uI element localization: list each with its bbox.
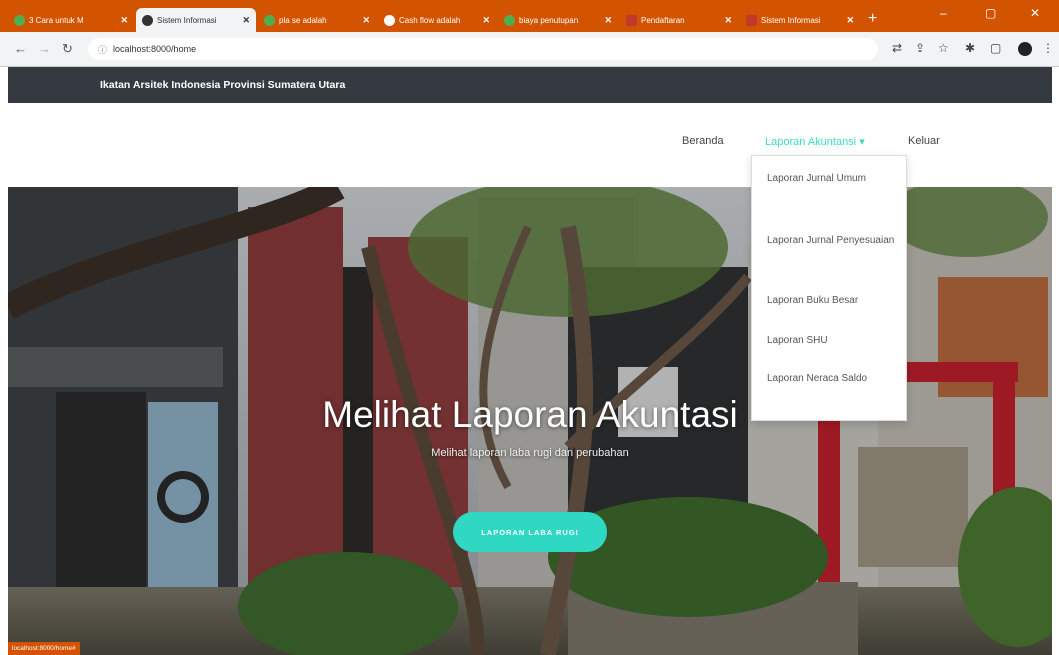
browser-tab[interactable]: Cash flow adalah ✕	[378, 8, 496, 32]
close-tab-icon[interactable]: ✕	[724, 15, 732, 26]
tab-favicon-icon	[384, 14, 395, 26]
back-arrow-icon[interactable]: ←	[14, 41, 27, 56]
tab-favicon-icon	[626, 14, 637, 26]
chevron-down-icon: ▾	[859, 136, 865, 148]
hero-subtitle: Melihat laporan laba rugi dan perubahan	[431, 447, 629, 459]
profile-avatar-icon[interactable]	[1018, 42, 1032, 56]
tab-favicon-icon	[264, 14, 275, 26]
browser-tab[interactable]: pla se adalah ✕	[258, 8, 376, 32]
translate-icon[interactable]: ⇄	[892, 41, 902, 55]
close-tab-icon[interactable]: ✕	[846, 15, 854, 26]
browser-tab-active[interactable]: Sistem Informasi ✕	[136, 8, 256, 32]
nav-logout-link[interactable]: Keluar	[908, 135, 940, 147]
browser-tab[interactable]: Sistem Informasi ✕	[740, 8, 860, 32]
dropdown-item-neraca-saldo[interactable]: Laporan Neraca Saldo	[767, 368, 897, 390]
nav-reports-dropdown[interactable]: Laporan Akuntansi ▾	[765, 135, 865, 148]
nav-reports-label: Laporan Akuntansi	[765, 136, 857, 148]
close-tab-icon[interactable]: ✕	[604, 15, 612, 26]
restore-window-icon[interactable]: ▢	[985, 6, 996, 20]
browser-tab[interactable]: Pendaftaran ✕	[620, 8, 738, 32]
close-tab-icon[interactable]: ✕	[362, 15, 370, 26]
tab-favicon-icon	[746, 14, 757, 26]
dropdown-item-jurnal-umum[interactable]: Laporan Jurnal Umum	[767, 168, 897, 190]
tab-favicon-icon	[14, 14, 25, 26]
side-panel-icon[interactable]: ▢	[990, 41, 1001, 55]
new-tab-button[interactable]: +	[868, 10, 877, 28]
reports-dropdown-menu: Laporan Jurnal Umum Laporan Jurnal Penye…	[751, 155, 907, 421]
menu-kebab-icon[interactable]: ⋮	[1042, 41, 1054, 55]
close-window-icon[interactable]: ✕	[1030, 6, 1040, 20]
browser-tab[interactable]: biaya penutupan ✕	[498, 8, 618, 32]
browser-tab[interactable]: 3 Cara untuk M ✕	[8, 8, 134, 32]
dropdown-item-jurnal-penyesuaian[interactable]: Laporan Jurnal Penyesuaian	[767, 230, 897, 252]
address-url: localhost:8000/home	[113, 44, 197, 54]
close-tab-icon[interactable]: ✕	[482, 15, 490, 26]
dropdown-item-buku-besar[interactable]: Laporan Buku Besar	[767, 290, 897, 312]
bookmark-star-icon[interactable]: ☆	[938, 41, 949, 55]
extensions-icon[interactable]: ✱	[965, 41, 975, 55]
tab-favicon-icon	[504, 14, 515, 26]
dropdown-item-shu[interactable]: Laporan SHU	[767, 330, 897, 352]
nav-home-link[interactable]: Beranda	[682, 135, 724, 147]
tab-favicon-icon	[142, 14, 153, 26]
browser-tab-strip: 3 Cara untuk M ✕ Sistem Informasi ✕ pla …	[0, 0, 1059, 32]
minimize-window-icon[interactable]: –	[940, 6, 947, 20]
site-brand[interactable]: Ikatan Arsitek Indonesia Provinsi Sumate…	[100, 79, 345, 91]
address-bar[interactable]: ⓘ localhost:8000/home	[88, 38, 878, 60]
close-tab-icon[interactable]: ✕	[120, 15, 128, 26]
status-url-preview: localhost:8000/home#	[8, 642, 80, 655]
browser-toolbar: ← → ↻ ⓘ localhost:8000/home ⇄ ⇪ ☆ ✱ ▢ ⋮	[0, 32, 1059, 67]
laporan-laba-rugi-button[interactable]: LAPORAN LABA RUGI	[453, 512, 607, 552]
forward-arrow-icon[interactable]: →	[38, 41, 51, 56]
share-icon[interactable]: ⇪	[915, 41, 925, 55]
reload-icon[interactable]: ↻	[62, 41, 73, 57]
close-tab-icon[interactable]: ✕	[242, 15, 250, 26]
site-top-bar: Ikatan Arsitek Indonesia Provinsi Sumate…	[8, 67, 1052, 103]
site-info-icon[interactable]: ⓘ	[98, 43, 107, 56]
